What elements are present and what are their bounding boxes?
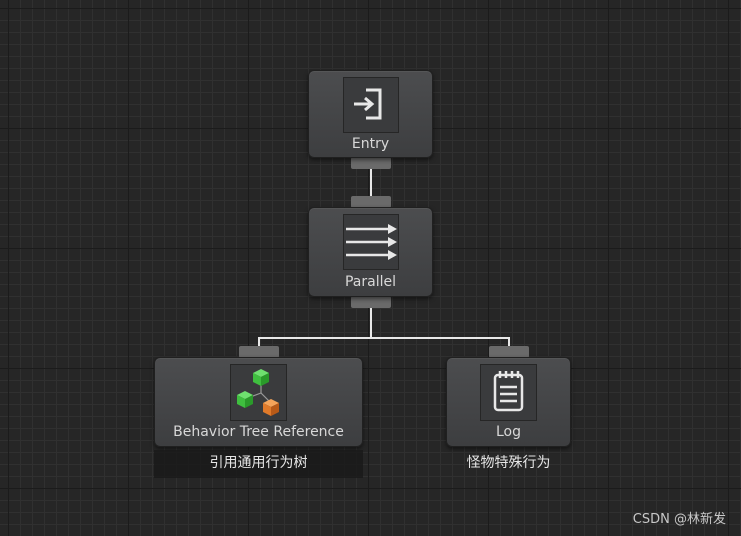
parallel-node-label: Parallel: [344, 274, 396, 290]
behavior-tree-reference-label: Behavior Tree Reference: [173, 424, 344, 440]
log-node[interactable]: Log: [446, 357, 571, 447]
watermark: CSDN @林新发: [632, 512, 726, 527]
connection-entry-parallel: [370, 169, 372, 197]
parallel-output-port[interactable]: [351, 296, 391, 308]
entry-icon: [343, 77, 399, 133]
entry-output-port[interactable]: [351, 157, 391, 169]
connection-horizontal: [258, 337, 510, 339]
notepad-icon: [480, 364, 537, 421]
behavior-tree-reference-node[interactable]: Behavior Tree Reference: [154, 357, 363, 447]
behavior-tree-reference-icon: [230, 364, 287, 421]
entry-node-label: Entry: [351, 136, 390, 152]
log-comment: 怪物特殊行为: [466, 455, 551, 471]
parallel-node[interactable]: Parallel: [308, 207, 433, 297]
parallel-arrows-icon: [343, 214, 399, 270]
entry-node[interactable]: Entry: [308, 70, 433, 158]
log-node-label: Log: [495, 424, 521, 440]
behavior-graph-canvas[interactable]: Entry Parallel Behavior Tree Reference 引…: [0, 0, 741, 536]
behavior-tree-reference-comment: 引用通用行为树: [154, 450, 363, 478]
connection-parallel-down: [370, 308, 372, 338]
